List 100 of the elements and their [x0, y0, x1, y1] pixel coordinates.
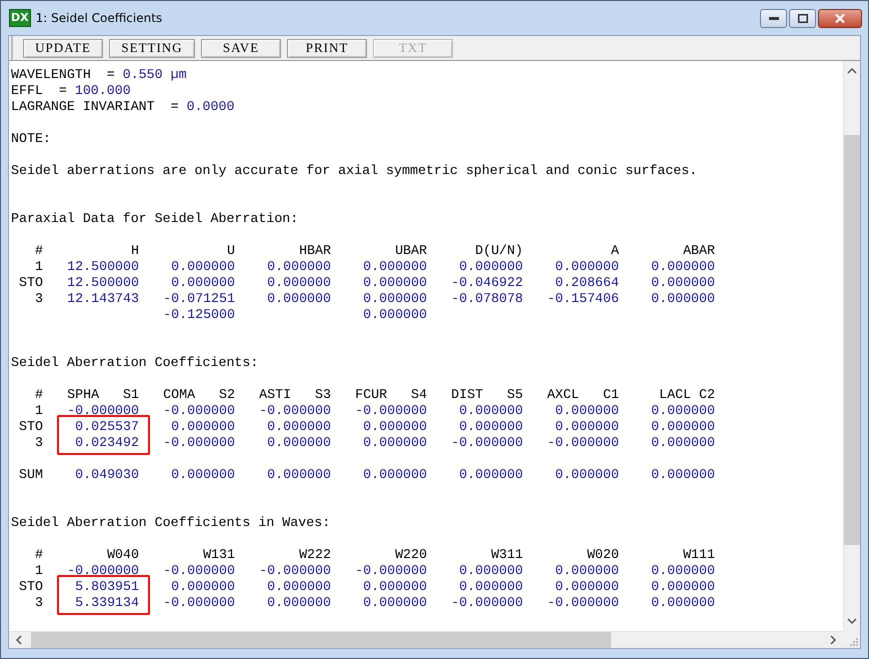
scroll-down-icon[interactable]	[847, 617, 857, 625]
toolbar-button[interactable]: SETTING	[109, 38, 195, 58]
table-cell-text: 0.000000	[266, 291, 331, 307]
window-title: 1: Seidel Coefficients	[36, 11, 162, 25]
table-cell-text: 0.000000	[266, 435, 331, 451]
column-header: SPHA S1	[66, 387, 139, 403]
scroll-up-icon[interactable]	[847, 67, 857, 75]
note-label: NOTE:	[11, 131, 51, 146]
column-header: UBAR	[394, 243, 427, 259]
table-cell-text: -0.000000	[162, 435, 235, 451]
column-header: ASTI S3	[258, 387, 331, 403]
row-label: 1	[34, 563, 43, 579]
table-cell-text: 0.000000	[554, 259, 619, 275]
column-header: D(U/N)	[474, 243, 523, 259]
table-cell-text: 0.000000	[266, 467, 331, 483]
column-header: AXCL C1	[546, 387, 619, 403]
table-cell-text: -0.000000	[546, 595, 619, 611]
scroll-left-icon[interactable]	[15, 635, 23, 645]
table-cell-text: 0.000000	[170, 579, 235, 595]
row-label: STO	[18, 579, 43, 595]
column-header: W131	[202, 547, 235, 563]
table-cell-text: 0.000000	[266, 259, 331, 275]
row-label: 3	[34, 291, 43, 307]
table-cell-text: 0.000000	[650, 579, 715, 595]
table-cell-text: 0.000000	[362, 291, 427, 307]
column-header: W040	[106, 547, 139, 563]
section-title: Seidel Aberration Coefficients:	[11, 355, 258, 370]
table-cell-text: 0.000000	[170, 275, 235, 291]
table-cell-text: 0.000000	[650, 275, 715, 291]
table-cell-text: -0.078078	[450, 291, 523, 307]
table-cell-text: -0.000000	[258, 563, 331, 579]
toolbar-button[interactable]: SAVE	[201, 38, 281, 58]
row-label: 1	[34, 259, 43, 275]
table-cell-text: 12.143743	[66, 291, 140, 307]
table-cell-text: 0.000000	[170, 259, 235, 275]
table-cell-text: 0.000000	[362, 419, 427, 435]
parameter-label: WAVELENGTH =	[11, 67, 115, 82]
column-header: LACL C2	[658, 387, 715, 403]
resize-grip-icon[interactable]	[850, 638, 858, 646]
column-header: #	[34, 243, 43, 259]
table-cell-text: 0.000000	[266, 275, 331, 291]
maximize-icon	[798, 14, 808, 23]
table-cell-text: -0.000000	[162, 403, 235, 419]
horizontal-scrollbar[interactable]	[9, 631, 843, 648]
column-header: FCUR S4	[354, 387, 427, 403]
close-button[interactable]	[818, 9, 862, 28]
vertical-scrollbar[interactable]	[843, 61, 860, 631]
table-cell-text: 0.000000	[362, 435, 427, 451]
column-header: W220	[394, 547, 427, 563]
parameter-value: 0.0000	[186, 99, 234, 114]
table-cell: 5.339134	[57, 595, 150, 615]
parameter-value: 0.550 µm	[122, 67, 187, 82]
table-cell-text: -0.000000	[162, 563, 235, 579]
scroll-thumb[interactable]	[844, 135, 860, 545]
column-header: W222	[298, 547, 331, 563]
minimize-button[interactable]	[760, 9, 787, 28]
row-label: SUM	[18, 467, 43, 483]
parameter-value: 100.000	[74, 83, 131, 98]
column-header: A	[610, 243, 619, 259]
table-cell-text: 12.500000	[66, 259, 140, 275]
table-cell-text: -0.000000	[354, 563, 427, 579]
maximize-button[interactable]	[789, 9, 816, 28]
toolbar-button[interactable]: UPDATE	[23, 38, 103, 58]
scroll-right-icon[interactable]	[829, 635, 837, 645]
table-cell-text: 0.049030	[74, 467, 140, 483]
column-header: #	[34, 387, 43, 403]
parameter-label: EFFL =	[11, 83, 67, 98]
table-cell-text: -0.000000	[450, 435, 523, 451]
column-header: ABAR	[682, 243, 715, 259]
table-cell-text: 0.000000	[170, 419, 235, 435]
table-cell-text: 0.000000	[650, 259, 715, 275]
table-cell-text: 0.000000	[458, 403, 523, 419]
table-cell-text: -0.046922	[450, 275, 523, 291]
table-cell-text: 0.000000	[554, 467, 619, 483]
table-cell-text: 0.000000	[266, 579, 331, 595]
table-cell-text: -0.000000	[354, 403, 427, 419]
table-cell: 0.025537	[57, 415, 150, 435]
row-label: STO	[18, 275, 43, 291]
table-cell-text: -0.000000	[162, 595, 235, 611]
table-cell-text: -0.000000	[450, 595, 523, 611]
column-header: COMA S2	[162, 387, 235, 403]
table-cell: 5.803951	[57, 575, 150, 595]
table-cell-text: 0.000000	[650, 403, 715, 419]
table-cell-text: 0.000000	[458, 419, 523, 435]
table-cell-text: 0.000000	[458, 259, 523, 275]
table-cell-text: 0.000000	[650, 291, 715, 307]
column-header: DIST S5	[450, 387, 523, 403]
section-title: Paraxial Data for Seidel Aberration:	[11, 211, 298, 226]
table-cell-text: 0.000000	[458, 467, 523, 483]
toolbar-button[interactable]: PRINT	[287, 38, 367, 58]
scroll-thumb[interactable]	[31, 632, 611, 648]
table-cell-text: -0.071251	[162, 291, 235, 307]
row-label: STO	[18, 419, 43, 435]
table-cell-text: 0.000000	[266, 595, 331, 611]
section-title: Seidel Aberration Coefficients in Waves:	[11, 515, 330, 530]
table-cell-text: 0.000000	[554, 563, 619, 579]
table-cell-text: 0.000000	[554, 419, 619, 435]
column-header: U	[226, 243, 235, 259]
close-icon	[835, 14, 845, 23]
column-header: H	[130, 243, 139, 259]
